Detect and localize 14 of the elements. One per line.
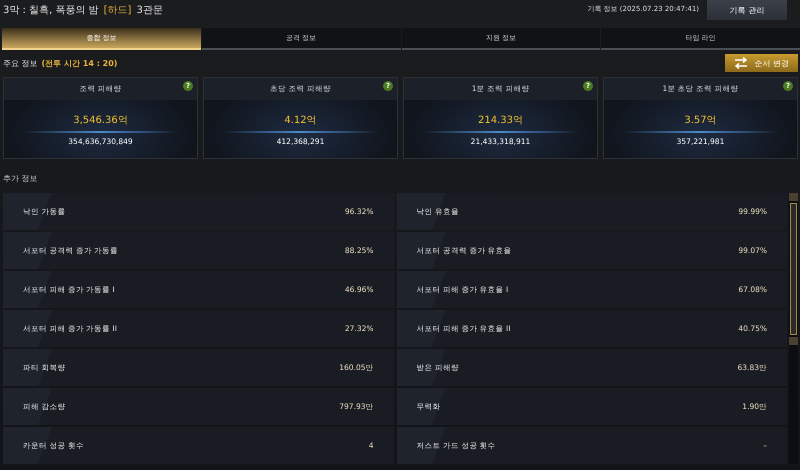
stage-label: 3관문 [136,4,163,17]
section-title: 추가 정보 [2,173,39,185]
difficulty-label: [하드] [104,4,132,17]
manage-button[interactable]: 기록 관리 [707,0,787,20]
card-value: 3,546.36억 [73,114,128,126]
battle-time: (전투 시간 14 : 20) [42,58,118,68]
order-button[interactable]: 순서 변경 [725,54,798,72]
raid-title: 3막 : 칠흑, 폭풍의 밤 [3,4,99,17]
card-value: 4.12억 [284,114,317,126]
scrollbar[interactable] [789,193,798,464]
swap-icon [734,57,748,69]
card-value: 214.33억 [478,114,523,126]
card-value: 3.57억 [684,114,717,126]
section-title: 주요 정보 [3,58,38,68]
